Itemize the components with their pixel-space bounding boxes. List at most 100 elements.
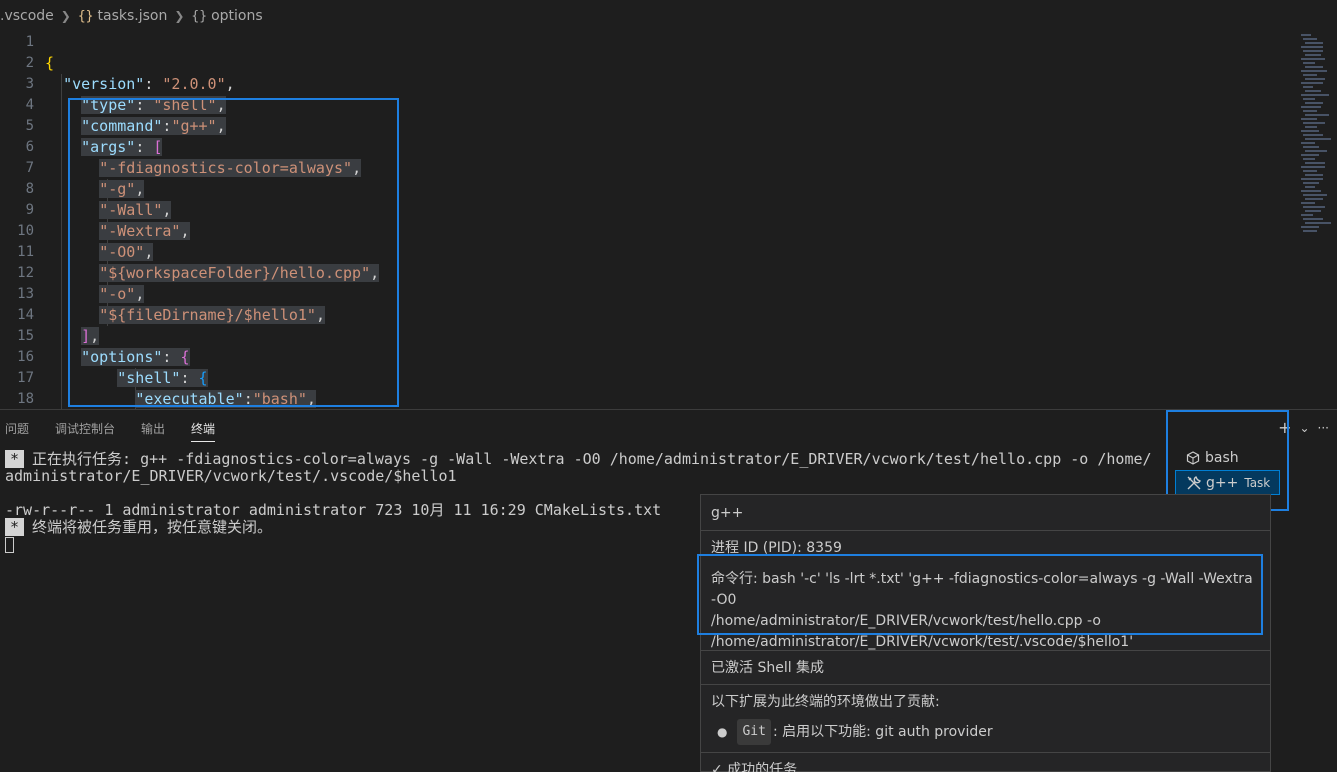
- code-line-3: "version": "2.0.0",: [63, 75, 235, 93]
- tab-terminal[interactable]: 终端: [191, 410, 216, 448]
- terminal-hover-card: g++ 进程 ID (PID): 8359 命令行: bash '-c' 'ls…: [700, 494, 1271, 772]
- minimap-line: [1303, 86, 1313, 88]
- code-editor[interactable]: 1 2 3 4 5 6 7 8 9 10 11 12 13 14 15 16 17 18 { "version":…: [0, 32, 1337, 409]
- object-icon: {}: [191, 8, 208, 24]
- minimap-line: [1305, 126, 1317, 128]
- minimap-line: [1303, 134, 1323, 136]
- line-number: 16: [17, 349, 34, 365]
- task-badge: *: [5, 518, 25, 536]
- minimap-line: [1305, 198, 1323, 200]
- line-number: 15: [17, 328, 34, 344]
- line-number: 10: [17, 223, 34, 239]
- minimap-line: [1301, 178, 1323, 180]
- minimap-line: [1301, 46, 1323, 48]
- code-line-2: {: [45, 54, 55, 72]
- line-number: 17: [17, 370, 34, 386]
- minimap-line: [1301, 154, 1319, 156]
- code-line-10: "-Wextra",: [99, 222, 190, 240]
- minimap-line: [1305, 210, 1321, 212]
- code-line-11: "-O0",: [99, 243, 154, 261]
- terminal-bash-icon: [1185, 450, 1201, 466]
- minimap-line: [1303, 158, 1315, 160]
- add-terminal-icon[interactable]: +: [1278, 418, 1291, 437]
- minimap-line: [1301, 190, 1321, 192]
- code-line-5: "command":"g++",: [81, 117, 226, 135]
- line-number: 13: [17, 286, 34, 302]
- minimap-line: [1303, 62, 1315, 64]
- line-number: 2: [25, 55, 34, 71]
- hover-contributions: 以下扩展为此终端的环境做出了贡献: ● Git : 启用以下功能: git au…: [701, 685, 1270, 753]
- code-line-7: "-fdiagnostics-color=always",: [99, 159, 362, 177]
- minimap-line: [1305, 150, 1327, 152]
- minimap-line: [1305, 90, 1321, 92]
- minimap-line: [1303, 182, 1319, 184]
- minimap-line: [1301, 130, 1319, 132]
- code-line-16: "options": {: [81, 348, 190, 366]
- git-chip: Git: [737, 719, 771, 745]
- minimap-line: [1305, 66, 1323, 68]
- minimap-line: [1303, 50, 1323, 52]
- terminal-tab-bash[interactable]: bash: [1175, 445, 1280, 470]
- line-number: 14: [17, 307, 34, 323]
- minimap-line: [1303, 122, 1325, 124]
- minimap-line: [1301, 82, 1323, 84]
- minimap-line: [1301, 94, 1329, 96]
- line-number: 9: [25, 202, 34, 218]
- minimap-line: [1305, 42, 1323, 44]
- breadcrumb-vscode[interactable]: .vscode: [0, 8, 54, 24]
- code-line-18: "executable":"bash",: [135, 390, 316, 408]
- panel-actions: + ⌄ ···: [1278, 418, 1329, 437]
- minimap-line: [1305, 78, 1325, 80]
- minimap-line: [1305, 174, 1323, 176]
- breadcrumb-options[interactable]: options: [211, 8, 263, 24]
- minimap-line: [1301, 118, 1317, 120]
- terminal-tab-gpp-task[interactable]: g++ Task: [1175, 470, 1280, 495]
- chevron-down-icon[interactable]: ⌄: [1299, 421, 1309, 437]
- minimap-line: [1301, 58, 1325, 60]
- minimap-line: [1305, 54, 1321, 56]
- code-line-12: "${workspaceFolder}/hello.cpp",: [99, 264, 380, 282]
- line-number: 7: [25, 160, 34, 176]
- code-line-13: "-o",: [99, 285, 145, 303]
- code-line-14: "${fileDirname}/$hello1",: [99, 306, 325, 324]
- minimap-line: [1303, 218, 1323, 220]
- minimap[interactable]: [1297, 32, 1337, 292]
- minimap-line: [1301, 214, 1313, 216]
- hover-success-status: ✓ 成功的任务: [711, 762, 798, 772]
- line-number: 5: [25, 118, 34, 134]
- minimap-line: [1303, 194, 1327, 196]
- minimap-line: [1305, 114, 1329, 116]
- hover-title: g++: [701, 495, 1270, 531]
- minimap-line: [1301, 202, 1315, 204]
- tab-debug-console[interactable]: 调试控制台: [55, 410, 115, 448]
- task-badge: *: [5, 450, 25, 468]
- minimap-line: [1305, 186, 1315, 188]
- minimap-line: [1301, 34, 1311, 36]
- terminal-cursor: [5, 536, 14, 553]
- line-number: 6: [25, 139, 34, 155]
- tab-problems[interactable]: 问题: [5, 410, 29, 448]
- more-actions-icon[interactable]: ···: [1318, 421, 1329, 437]
- list-item: ● Git : 启用以下功能: git auth provider: [711, 719, 1260, 745]
- minimap-line: [1305, 162, 1325, 164]
- minimap-line: [1303, 230, 1317, 232]
- code-line-9: "-Wall",: [99, 201, 172, 219]
- line-number: 1: [25, 34, 34, 50]
- code-area[interactable]: { "version": "2.0.0", "type": "shell", "…: [45, 32, 1297, 409]
- panel-tabs: 问题 调试控制台 输出 终端: [0, 410, 241, 448]
- breadcrumb: .vscode ❯ {} tasks.json ❯ {} options: [0, 0, 1337, 32]
- json-file-icon: {}: [77, 8, 94, 24]
- minimap-line: [1305, 222, 1331, 224]
- terminal-tabs-list: bash g++ Task: [1175, 445, 1280, 495]
- terminal-line: * 正在执行任务: g++ -fdiagnostics-color=always …: [5, 450, 1165, 468]
- tab-output[interactable]: 输出: [141, 410, 165, 448]
- line-number: 4: [25, 97, 34, 113]
- code-line-17: "shell": {: [117, 369, 208, 387]
- line-number-gutter: 1 2 3 4 5 6 7 8 9 10 11 12 13 14 15 16 17 18: [0, 32, 34, 409]
- minimap-line: [1303, 74, 1317, 76]
- minimap-line: [1305, 102, 1323, 104]
- breadcrumb-tasks-json[interactable]: tasks.json: [98, 8, 168, 24]
- code-line-15: ],: [81, 327, 100, 345]
- chevron-right-icon: ❯: [60, 9, 71, 23]
